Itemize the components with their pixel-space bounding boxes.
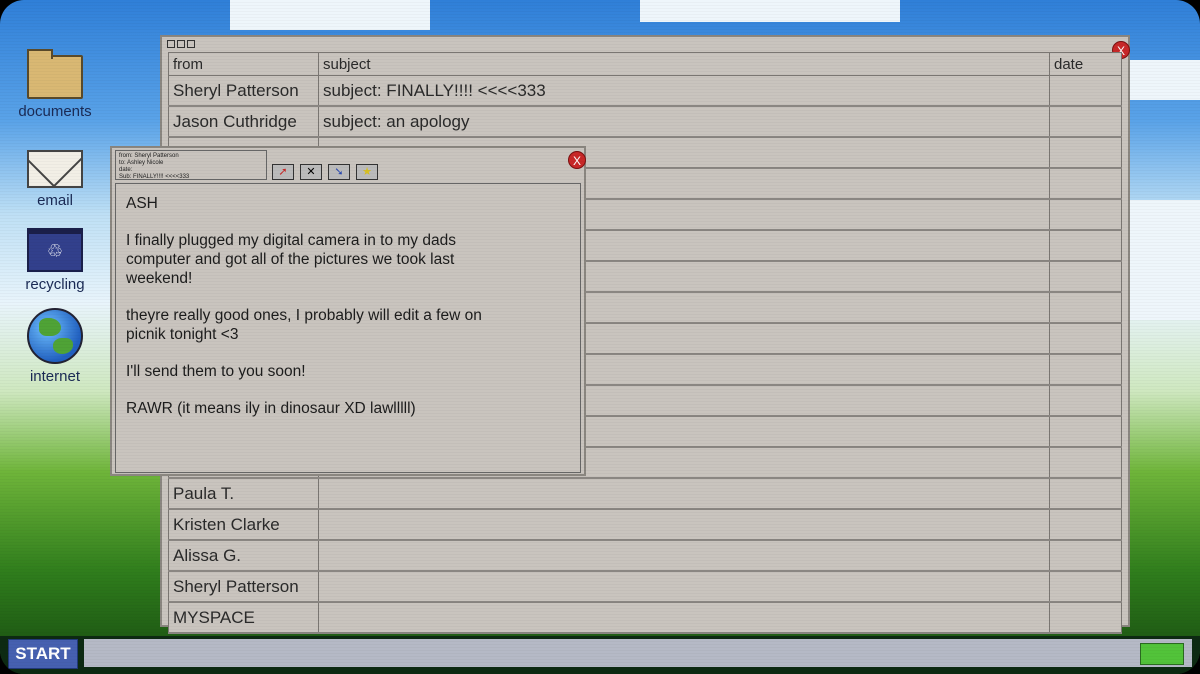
reply-icon[interactable]: ➚ (272, 164, 294, 180)
inbox-row[interactable]: Sheryl Patterson subject: FINALLY!!!! <<<… (168, 75, 1122, 107)
inbox-titlebar[interactable] (162, 37, 1128, 49)
start-button[interactable]: START (8, 639, 78, 669)
inbox-cell-date (1049, 75, 1122, 107)
inbox-cell-date (1049, 508, 1122, 541)
inbox-cell-subject (318, 570, 1050, 603)
inbox-row[interactable]: MYSPACE (168, 601, 1122, 634)
cloud (230, 0, 430, 30)
desktop-screen: documents email ♲ recycling internet X f… (0, 0, 1200, 674)
globe-icon (27, 308, 83, 364)
inbox-cell-date (1049, 415, 1122, 448)
message-header-to: to: Ashley Nicole (119, 160, 164, 166)
inbox-cell-from: MYSPACE (168, 601, 319, 634)
inbox-cell-subject (318, 539, 1050, 572)
system-tray-indicator[interactable] (1140, 643, 1184, 665)
inbox-cell-subject (318, 601, 1050, 634)
column-header-date[interactable]: date (1049, 52, 1122, 76)
inbox-cell-from: Jason Cuthridge (168, 105, 319, 138)
inbox-row[interactable]: Alissa G. (168, 539, 1122, 572)
inbox-cell-subject (318, 508, 1050, 541)
inbox-cell-date (1049, 384, 1122, 417)
inbox-cell-date (1049, 322, 1122, 355)
inbox-cell-date (1049, 167, 1122, 200)
desktop-icon-label: recycling (25, 276, 85, 293)
desktop-icon-label: documents (18, 103, 92, 120)
inbox-cell-date (1049, 570, 1122, 603)
desktop-icon-email[interactable]: email (5, 150, 105, 209)
message-header-subject: Sub: FINALLY!!!! <<<<333 (119, 174, 190, 180)
inbox-cell-date (1049, 136, 1122, 169)
message-paragraph: ASH (126, 195, 158, 212)
taskbar: START (0, 636, 1200, 674)
desktop-icon-label: email (37, 192, 73, 209)
inbox-cell-subject: subject: an apology (318, 105, 1050, 138)
desktop-icon-recycling[interactable]: ♲ recycling (5, 228, 105, 293)
inbox-cell-from: Paula T. (168, 477, 319, 510)
inbox-row[interactable]: Jason Cuthridge subject: an apology (168, 105, 1122, 138)
folder-icon (27, 49, 83, 99)
inbox-row[interactable]: Paula T. (168, 477, 1122, 510)
inbox-cell-date (1049, 291, 1122, 324)
cloud (1130, 60, 1200, 100)
inbox-cell-from: Sheryl Patterson (168, 75, 319, 107)
inbox-row[interactable]: Kristen Clarke (168, 508, 1122, 541)
column-header-from[interactable]: from (168, 52, 319, 76)
inbox-cell-date (1049, 353, 1122, 386)
inbox-row[interactable]: Sheryl Patterson (168, 570, 1122, 603)
message-paragraph: theyre really good ones, I probably will… (126, 307, 482, 343)
recycle-bin-icon: ♲ (27, 228, 83, 272)
star-icon[interactable]: ★ (356, 164, 378, 180)
inbox-cell-date (1049, 229, 1122, 262)
column-header-subject[interactable]: subject (318, 52, 1050, 76)
inbox-cell-date (1049, 601, 1122, 634)
window-controls-icon[interactable] (167, 40, 195, 48)
message-close-button[interactable]: X (568, 151, 586, 169)
message-paragraph: RAWR (it means ily in dinosaur XD lawlll… (126, 400, 416, 417)
inbox-cell-date (1049, 477, 1122, 510)
cloud (1130, 200, 1200, 320)
message-body: ASH I finally plugged my digital camera … (115, 183, 581, 473)
message-paragraph: I'll send them to you soon! (126, 363, 306, 380)
inbox-cell-date (1049, 260, 1122, 293)
message-window: from: Sheryl Patterson to: Ashley Nicole… (110, 146, 586, 476)
inbox-cell-date (1049, 446, 1122, 479)
inbox-cell-date (1049, 539, 1122, 572)
forward-icon[interactable]: ➘ (328, 164, 350, 180)
desktop-icon-internet[interactable]: internet (5, 308, 105, 385)
message-header: from: Sheryl Patterson to: Ashley Nicole… (115, 150, 267, 180)
desktop-icon-documents[interactable]: documents (5, 49, 105, 120)
inbox-cell-subject (318, 477, 1050, 510)
envelope-icon (27, 150, 83, 188)
inbox-header-row: from subject date (168, 52, 1122, 76)
taskbar-area (84, 639, 1192, 667)
inbox-cell-subject: subject: FINALLY!!!! <<<<333 (318, 75, 1050, 107)
cloud (640, 0, 900, 22)
message-header-date: date: (119, 167, 133, 173)
inbox-cell-from: Kristen Clarke (168, 508, 319, 541)
inbox-cell-from: Alissa G. (168, 539, 319, 572)
message-header-from: from: Sheryl Patterson (119, 153, 179, 159)
inbox-cell-from: Sheryl Patterson (168, 570, 319, 603)
desktop-icon-label: internet (29, 368, 81, 385)
delete-icon[interactable]: ✕ (300, 164, 322, 180)
inbox-cell-date (1049, 105, 1122, 138)
inbox-cell-date (1049, 198, 1122, 231)
message-paragraph: I finally plugged my digital camera in t… (126, 232, 456, 287)
